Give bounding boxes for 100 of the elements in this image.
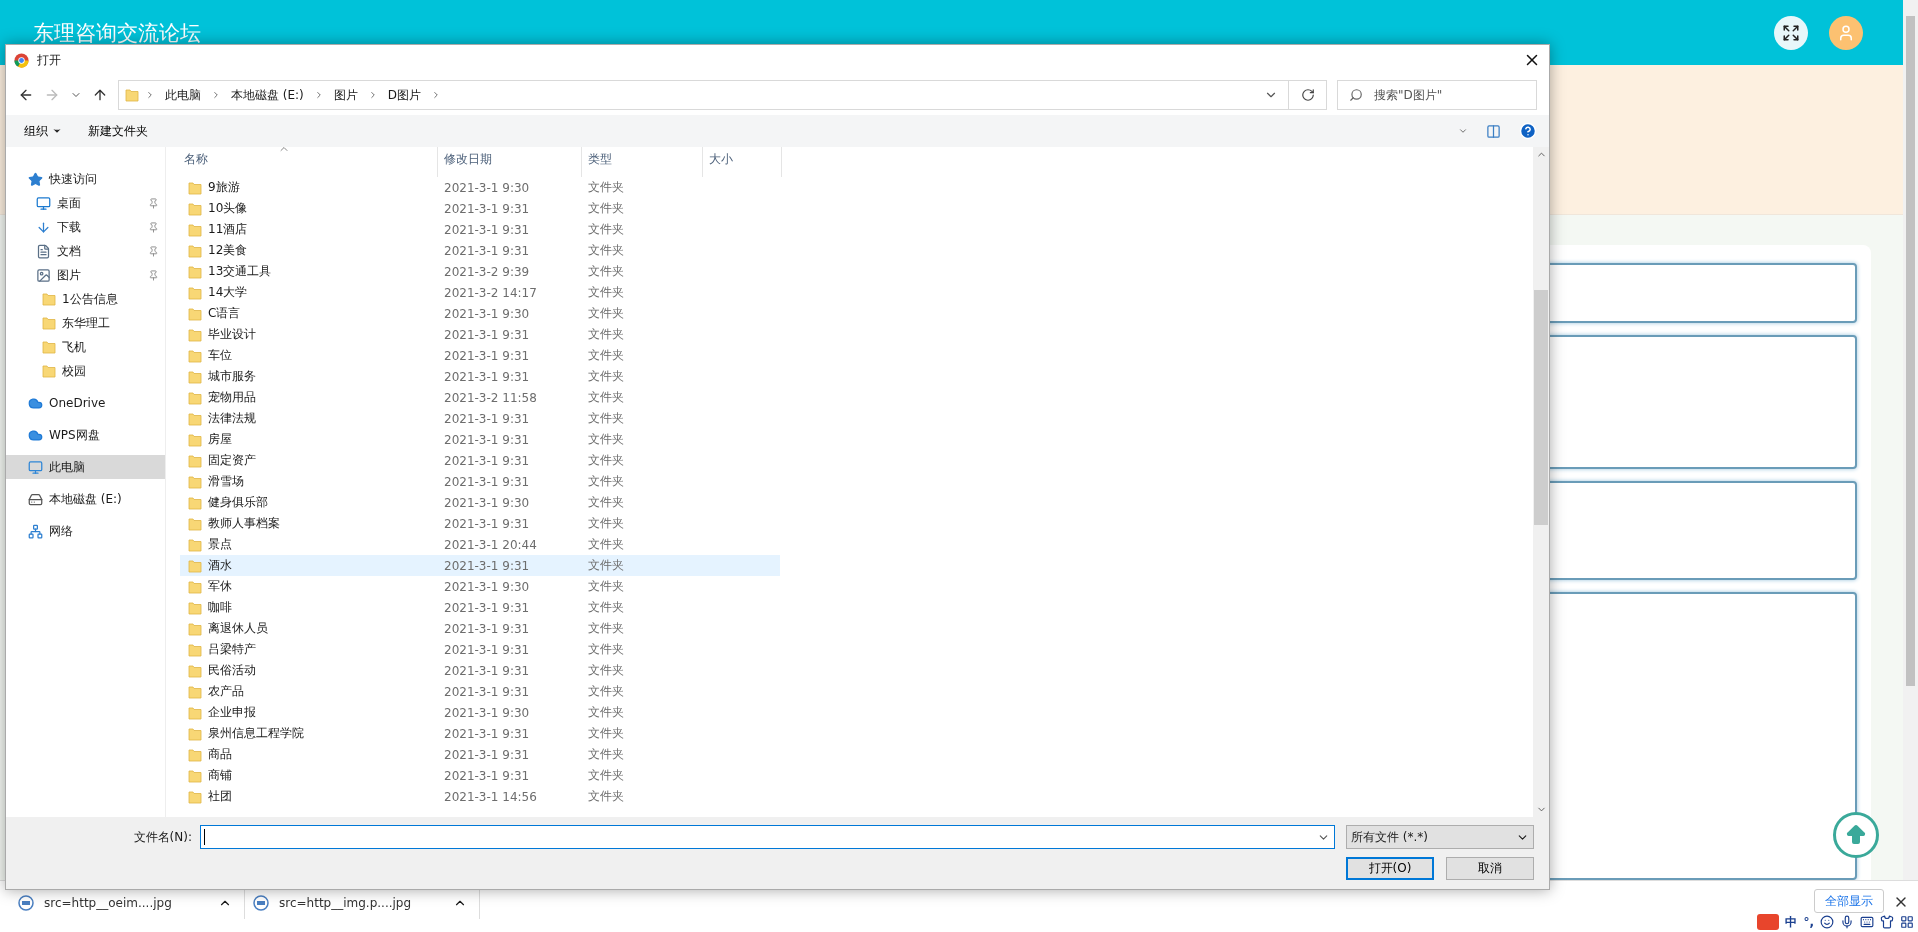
sidebar-item[interactable]: 本地磁盘 (E:) <box>6 487 165 511</box>
file-row[interactable]: 10头像 2021-3-1 9:31 文件夹 <box>180 198 780 219</box>
keyboard-icon[interactable] <box>1860 915 1874 929</box>
page-scrollbar[interactable] <box>1903 0 1918 880</box>
modified-date: 2021-3-1 9:31 <box>443 516 531 531</box>
file-row[interactable]: 吕梁特产 2021-3-1 9:31 文件夹 <box>180 639 780 660</box>
file-row[interactable]: 商品 2021-3-1 9:31 文件夹 <box>180 744 780 765</box>
file-row[interactable]: 14大学 2021-3-2 14:17 文件夹 <box>180 282 780 303</box>
file-row[interactable]: 宠物用品 2021-3-2 11:58 文件夹 <box>180 387 780 408</box>
sidebar-item[interactable]: 1公告信息 <box>6 287 165 311</box>
breadcrumb-item[interactable]: 此电脑 <box>161 86 205 104</box>
file-row[interactable]: 城市服务 2021-3-1 9:31 文件夹 <box>180 366 780 387</box>
file-name: 农产品 <box>208 683 244 700</box>
file-row[interactable]: 滑雪场 2021-3-1 9:31 文件夹 <box>180 471 780 492</box>
sidebar-item[interactable]: 桌面 <box>6 191 165 215</box>
file-row[interactable]: 景点 2021-3-1 20:44 文件夹 <box>180 534 780 555</box>
sidebar-item[interactable]: 快速访问 <box>6 167 165 191</box>
file-name: 10头像 <box>208 200 248 217</box>
sidebar-item[interactable]: 东华理工 <box>6 311 165 335</box>
breadcrumb-item[interactable]: D图片 <box>383 86 426 104</box>
shirt-icon[interactable] <box>1880 915 1894 929</box>
ime-logo-icon[interactable] <box>1757 914 1780 930</box>
search-field[interactable]: 搜索"D图片" <box>1337 80 1537 110</box>
file-row[interactable]: 房屋 2021-3-1 9:31 文件夹 <box>180 429 780 450</box>
file-name: 法律法规 <box>208 410 256 427</box>
folder-icon <box>188 579 202 594</box>
emoji-icon[interactable] <box>1820 915 1834 929</box>
file-type-dropdown[interactable]: 所有文件 (*.*) <box>1346 825 1534 849</box>
new-folder-button[interactable]: 新建文件夹 <box>88 122 148 140</box>
modified-date: 2021-3-1 9:31 <box>443 747 531 762</box>
file-row[interactable]: 法律法规 2021-3-1 9:31 文件夹 <box>180 408 780 429</box>
sidebar-item[interactable]: 网络 <box>6 519 165 543</box>
view-options-icon[interactable] <box>1458 126 1468 136</box>
address-bar[interactable]: 此电脑 本地磁盘 (E:) 图片 D图片 <box>118 80 1289 110</box>
dialog-button[interactable]: 打开(O) <box>1346 857 1434 880</box>
list-scrollbar[interactable] <box>1533 147 1549 817</box>
file-row[interactable]: 咖啡 2021-3-1 9:31 文件夹 <box>180 597 780 618</box>
file-row[interactable]: 离退休人员 2021-3-1 9:31 文件夹 <box>180 618 780 639</box>
file-row[interactable]: 泉州信息工程学院 2021-3-1 9:31 文件夹 <box>180 723 780 744</box>
file-type: 文件夹 <box>587 515 625 532</box>
grid-icon[interactable] <box>1900 915 1914 929</box>
sidebar-item[interactable]: 下载 <box>6 215 165 239</box>
file-row[interactable]: 企业申报 2021-3-1 9:30 文件夹 <box>180 702 780 723</box>
sidebar-item[interactable]: 飞机 <box>6 335 165 359</box>
file-name: 13交通工具 <box>208 263 272 280</box>
file-row[interactable]: 商铺 2021-3-1 9:31 文件夹 <box>180 765 780 786</box>
column-header[interactable]: 名称 <box>166 147 438 177</box>
folder-icon <box>188 474 202 489</box>
column-header[interactable]: 大小 <box>703 147 782 177</box>
modified-date: 2021-3-2 14:17 <box>443 285 538 300</box>
file-row[interactable]: 教师人事档案 2021-3-1 9:31 文件夹 <box>180 513 780 534</box>
sidebar-item[interactable]: 校园 <box>6 359 165 383</box>
file-row[interactable]: 车位 2021-3-1 9:31 文件夹 <box>180 345 780 366</box>
ime-mode[interactable]: 中 <box>1785 913 1798 931</box>
help-icon[interactable] <box>1519 122 1537 140</box>
file-type: 文件夹 <box>587 200 625 217</box>
file-name: 民俗活动 <box>208 662 256 679</box>
column-header[interactable]: 修改日期 <box>438 147 582 177</box>
column-header[interactable]: 类型 <box>582 147 703 177</box>
file-row[interactable]: 9旅游 2021-3-1 9:30 文件夹 <box>180 177 780 198</box>
refresh-icon[interactable] <box>1289 80 1327 110</box>
modified-date: 2021-3-1 9:31 <box>443 411 531 426</box>
fullscreen-icon[interactable] <box>1774 15 1808 50</box>
file-row[interactable]: 固定资产 2021-3-1 9:31 文件夹 <box>180 450 780 471</box>
site-title: 东理咨询交流论坛 <box>33 19 202 47</box>
punctuation-mode[interactable]: °, <box>1803 915 1814 929</box>
file-row[interactable]: 农产品 2021-3-1 9:31 文件夹 <box>180 681 780 702</box>
picture-icon <box>36 267 51 283</box>
breadcrumb-item[interactable]: 本地磁盘 (E:) <box>227 86 308 104</box>
file-name-field[interactable] <box>200 825 1335 849</box>
file-row[interactable]: 民俗活动 2021-3-1 9:31 文件夹 <box>180 660 780 681</box>
microphone-icon[interactable] <box>1840 915 1854 929</box>
file-row[interactable]: 健身俱乐部 2021-3-1 9:30 文件夹 <box>180 492 780 513</box>
file-row[interactable]: 酒水 2021-3-1 9:31 文件夹 <box>180 555 780 576</box>
folder-icon <box>188 789 202 804</box>
preview-pane-icon[interactable] <box>1486 123 1501 139</box>
file-name: 军休 <box>208 578 232 595</box>
sidebar-item[interactable]: OneDrive <box>6 391 165 415</box>
file-row[interactable]: 毕业设计 2021-3-1 9:31 文件夹 <box>180 324 780 345</box>
file-name: 泉州信息工程学院 <box>208 725 304 742</box>
modified-date: 2021-3-1 9:31 <box>443 348 531 363</box>
sidebar-item[interactable]: 图片 <box>6 263 165 287</box>
file-row[interactable]: 社团 2021-3-1 14:56 文件夹 <box>180 786 780 807</box>
file-type: 文件夹 <box>587 326 625 343</box>
file-row[interactable]: C语言 2021-3-1 9:30 文件夹 <box>180 303 780 324</box>
file-row[interactable]: 12美食 2021-3-1 9:31 文件夹 <box>180 240 780 261</box>
organize-menu[interactable]: 组织 <box>24 122 62 140</box>
breadcrumb-item[interactable]: 图片 <box>329 86 362 104</box>
sidebar-item[interactable]: 此电脑 <box>6 455 165 479</box>
file-row[interactable]: 军休 2021-3-1 9:30 文件夹 <box>180 576 780 597</box>
dialog-button[interactable]: 取消 <box>1446 857 1534 880</box>
modified-date: 2021-3-1 9:30 <box>443 306 531 321</box>
folder-icon <box>42 316 56 330</box>
show-all-button[interactable]: 全部显示 <box>1814 889 1884 913</box>
folder-icon <box>188 264 202 279</box>
sidebar-item[interactable]: WPS网盘 <box>6 423 165 447</box>
file-row[interactable]: 11酒店 2021-3-1 9:31 文件夹 <box>180 219 780 240</box>
file-name: 滑雪场 <box>208 473 244 490</box>
sidebar-item[interactable]: 文档 <box>6 239 165 263</box>
file-row[interactable]: 13交通工具 2021-3-2 9:39 文件夹 <box>180 261 780 282</box>
